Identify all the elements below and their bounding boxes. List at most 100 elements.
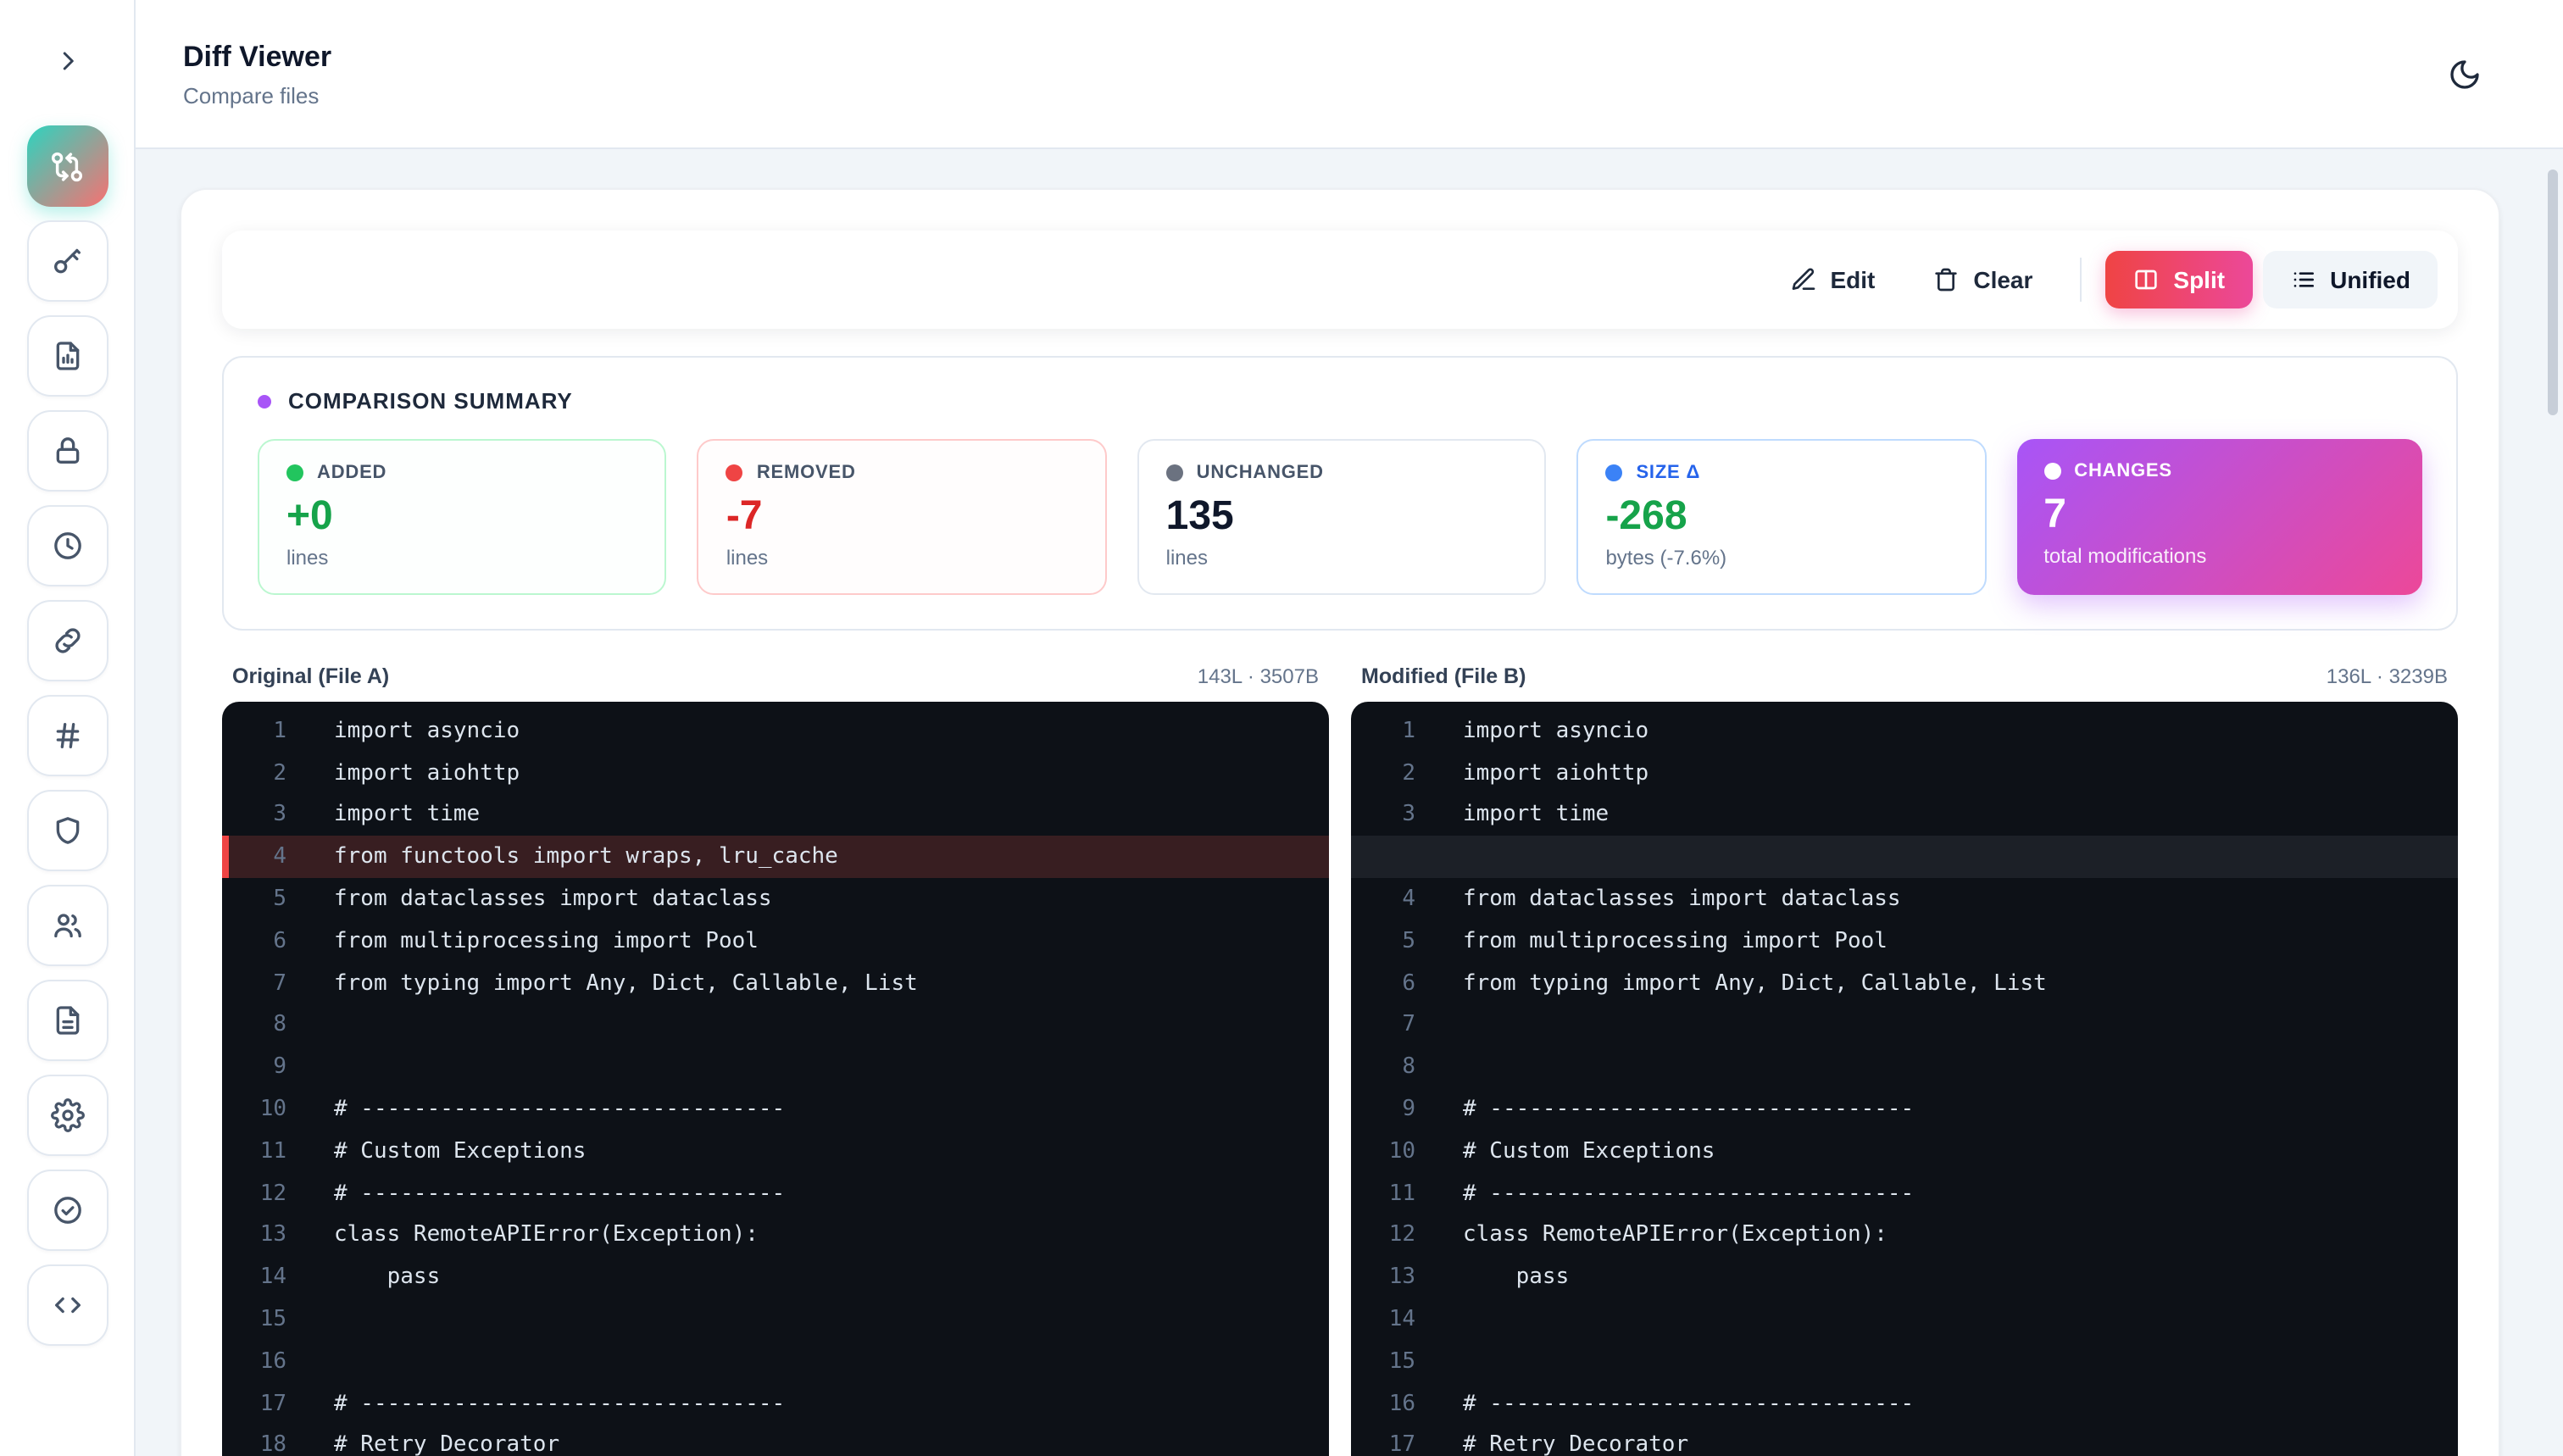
line-number: 8 [1351, 1055, 1415, 1081]
stat-sub: lines [1166, 546, 1518, 570]
line-number: 4 [222, 845, 286, 870]
sidebar-item-history[interactable] [26, 505, 108, 586]
code-line: 7from typing import Any, Dict, Callable,… [222, 963, 1329, 1005]
status-dot-icon [1605, 464, 1622, 481]
code-line: 11 # -------------------------------- [1351, 1173, 2458, 1215]
stat-value: +0 [286, 493, 638, 541]
stat-sub: bytes (-7.6%) [1605, 546, 1957, 570]
unified-view-button[interactable]: Unified [2262, 251, 2438, 308]
line-number: 10 [1351, 1139, 1415, 1164]
code-line: 12# -------------------------------- [222, 1173, 1329, 1215]
line-number: 8 [222, 1013, 286, 1038]
users-icon [50, 909, 84, 942]
clear-button-label: Clear [1973, 266, 2032, 293]
summary-card-unchanged: UNCHANGED135lines [1137, 439, 1547, 595]
modified-pane-title: Modified (File B) [1361, 664, 1526, 688]
modified-pane-header: Modified (File B) 136L · 3239B [1351, 664, 2458, 688]
code-text: # -------------------------------- [334, 1391, 785, 1416]
gear-icon [50, 1098, 84, 1132]
code-line: 7 [1351, 1004, 2458, 1047]
code-line: 5from multiprocessing import Pool [1351, 920, 2458, 963]
page-subtitle: Compare files [183, 82, 331, 108]
code-line: 12class RemoteAPIError(Exception): [1351, 1214, 2458, 1257]
code-line: 18# Retry Decorator [222, 1425, 1329, 1456]
code-line: 16# -------------------------------- [1351, 1383, 2458, 1425]
line-number: 6 [222, 929, 286, 954]
line-number: 13 [222, 1223, 286, 1248]
code-line: 6from typing import Any, Dict, Callable,… [1351, 963, 2458, 1005]
header-titles: Diff Viewer Compare files [183, 40, 331, 108]
main-content: Edit Clear Split [136, 149, 2563, 1456]
code-line: 16 [222, 1341, 1329, 1383]
sidebar-item-hash[interactable] [26, 695, 108, 776]
code-text: pass [334, 1265, 440, 1291]
modified-code-pane[interactable]: 1import asyncio2import aiohttp3import ti… [1351, 702, 2458, 1456]
clear-button[interactable]: Clear [1909, 251, 2056, 308]
code-line: 13 pass [1351, 1257, 2458, 1299]
page-scrollbar[interactable] [2548, 169, 2558, 415]
theme-toggle-button[interactable] [2434, 43, 2495, 104]
code-text: # Retry Decorator [1463, 1433, 1688, 1456]
code-text: from typing import Any, Dict, Callable, … [1463, 970, 2047, 996]
sidebar-item-users[interactable] [26, 885, 108, 966]
moon-icon [2448, 57, 2482, 91]
code-text: from dataclasses import dataclass [1463, 886, 1901, 912]
code-line: 8 [222, 1004, 1329, 1047]
line-number: 16 [222, 1349, 286, 1375]
edit-button[interactable]: Edit [1765, 251, 1899, 308]
line-number: 17 [1351, 1433, 1415, 1456]
summary-card-removed: REMOVED-7lines [698, 439, 1107, 595]
code-line: 6from multiprocessing import Pool [222, 920, 1329, 963]
split-button-label: Split [2173, 266, 2225, 293]
summary-title: COMPARISON SUMMARY [288, 388, 573, 414]
code-text: # Retry Decorator [334, 1433, 559, 1456]
line-number: 14 [222, 1265, 286, 1291]
sidebar-item-link[interactable] [26, 600, 108, 681]
sidebar-item-file[interactable] [26, 980, 108, 1061]
code-line: 3import time [222, 794, 1329, 836]
sidebar-item-check[interactable] [26, 1170, 108, 1251]
sidebar-item-key[interactable] [26, 220, 108, 302]
stat-value: 135 [1166, 493, 1518, 541]
code-line: 2import aiohttp [222, 753, 1329, 795]
code-text: import aiohttp [1463, 760, 1648, 786]
line-number: 11 [1351, 1181, 1415, 1206]
original-code-pane[interactable]: 1import asyncio2import aiohttp3import ti… [222, 702, 1329, 1456]
sidebar-item-lock[interactable] [26, 410, 108, 492]
code-text: # -------------------------------- [1463, 1391, 1914, 1416]
sidebar-item-compare[interactable] [26, 125, 108, 207]
code-text: # -------------------------------- [334, 1097, 785, 1122]
shield-icon [50, 814, 84, 847]
key-icon [50, 244, 84, 278]
split-view-button[interactable]: Split [2105, 251, 2252, 308]
code-line: 10# Custom Exceptions [1351, 1131, 2458, 1173]
clock-icon [50, 529, 84, 563]
sidebar-item-code[interactable] [26, 1264, 108, 1346]
sidebar-item-settings[interactable] [26, 1075, 108, 1156]
sidebar-item-shield[interactable] [26, 790, 108, 871]
line-number: 10 [222, 1097, 286, 1122]
unified-button-label: Unified [2330, 266, 2410, 293]
code-line: 13class RemoteAPIError(Exception): [222, 1214, 1329, 1257]
code-line: 10 # -------------------------------- [222, 1088, 1329, 1131]
code-text: from functools import wraps, lru_cache [334, 845, 838, 870]
sidebar-toggle-button[interactable] [40, 34, 94, 88]
line-number: 2 [1351, 760, 1415, 786]
hash-icon [50, 719, 84, 753]
line-number: 1 [1351, 719, 1415, 744]
sidebar-item-report[interactable] [26, 315, 108, 397]
line-number: 11 [222, 1139, 286, 1164]
code-text: import asyncio [1463, 719, 1648, 744]
app-header: Diff Viewer Compare files [136, 0, 2563, 149]
line-number: 5 [1351, 929, 1415, 954]
code-text: # -------------------------------- [1463, 1181, 1914, 1206]
stat-value: -7 [726, 493, 1078, 541]
summary-card-size: SIZE Δ-268bytes (-7.6%) [1576, 439, 1986, 595]
code-line: 1import asyncio [222, 710, 1329, 753]
diff-card: Edit Clear Split [180, 188, 2500, 1456]
line-number: 14 [1351, 1307, 1415, 1332]
line-number: 1 [222, 719, 286, 744]
code-line: 11# Custom Exceptions [222, 1131, 1329, 1173]
sidebar-nav [26, 125, 108, 1346]
original-pane-header: Original (File A) 143L · 3507B [222, 664, 1329, 688]
